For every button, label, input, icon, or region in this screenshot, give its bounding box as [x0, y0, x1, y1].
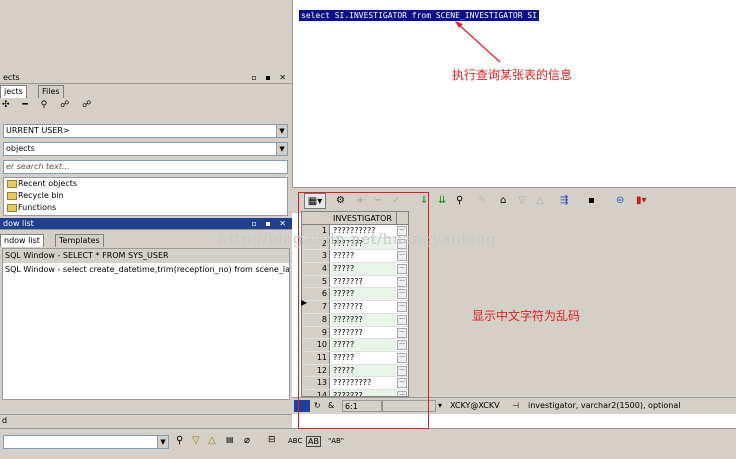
- regex-button[interactable]: "AB": [328, 437, 344, 445]
- highlight-box: [298, 192, 429, 429]
- connection-dropdown-icon[interactable]: ▾: [438, 400, 442, 412]
- previous-record-icon[interactable]: ▽: [518, 193, 526, 209]
- find-previous-icon[interactable]: △: [208, 435, 216, 446]
- case-icon[interactable]: ⊟: [268, 435, 276, 445]
- left-status-bar: d: [0, 414, 292, 428]
- chart-icon[interactable]: ▮▾: [636, 193, 647, 209]
- clear-icon[interactable]: ✎: [478, 193, 486, 209]
- arrow-line-query: [457, 23, 501, 63]
- column-icon: ⊣: [512, 401, 519, 410]
- save-icon[interactable]: ▪: [588, 193, 595, 209]
- fetch-last-icon[interactable]: ⇊: [438, 193, 446, 209]
- next-record-icon[interactable]: △: [536, 193, 544, 209]
- annotation-query-note: 执行查询某张表的信息: [452, 68, 573, 82]
- whole-word-button[interactable]: AB: [306, 436, 321, 447]
- clear-highlight-icon[interactable]: ⌀: [244, 435, 250, 446]
- match-case-button[interactable]: ABC: [288, 437, 302, 445]
- find-next-icon[interactable]: ▽: [192, 435, 200, 446]
- column-info: investigator, varchar2(1500), optional: [528, 401, 681, 410]
- search-icon[interactable]: ⚲: [176, 435, 183, 446]
- print-icon[interactable]: ⊜: [616, 193, 624, 209]
- find-icon[interactable]: ⚲: [456, 193, 463, 209]
- chevron-down-icon[interactable]: ▼: [157, 436, 168, 448]
- watermark: http://blog.csdn.net/huangyanlong: [218, 230, 497, 248]
- find-input[interactable]: ▼: [3, 435, 169, 449]
- left-status-text: d: [2, 416, 8, 425]
- find-toolbar: ▼ ⚲ ▽ △ ▤ ⌀ ⊟ ABC AB "AB": [0, 428, 736, 459]
- highlight-icon[interactable]: ▤: [226, 435, 234, 444]
- connection-label[interactable]: XCKY@XCKV: [450, 400, 500, 412]
- annotation-garbled-note: 显示中文字符为乱码: [472, 309, 581, 323]
- query-by-example-icon[interactable]: ⌂: [500, 193, 506, 209]
- export-icon[interactable]: ⇶: [560, 193, 568, 209]
